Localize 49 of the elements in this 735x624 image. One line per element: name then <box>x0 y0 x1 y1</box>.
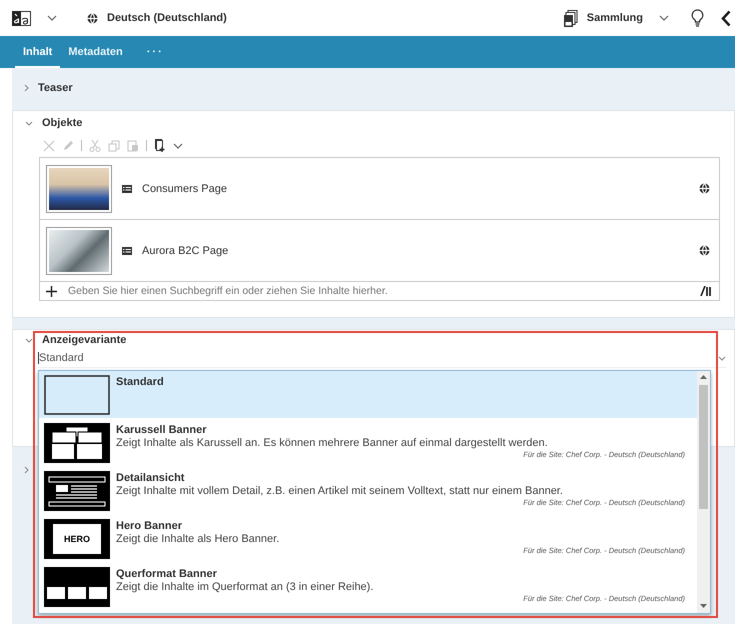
page-icon <box>122 184 132 192</box>
globe-icon <box>699 183 710 194</box>
scroll-down-icon <box>700 604 707 608</box>
caret-icon <box>47 15 57 21</box>
option-description: Zeigt die Inhalte als Hero Banner. <box>116 533 280 546</box>
option-title: Querformat Banner <box>116 567 218 581</box>
scrollbar[interactable] <box>697 371 710 613</box>
copies-icon <box>564 10 578 26</box>
thumbnail-label: HERO <box>53 524 101 554</box>
option-description: Zeigt die Inhalte im Querformat an (3 in einer Reihe). <box>116 581 374 594</box>
layout-thumbnail-icon <box>44 567 110 607</box>
expand-toggle-icon[interactable] <box>24 84 29 92</box>
add-icon <box>46 286 57 296</box>
linked-content-title[interactable]: Aurora B2C Page <box>142 244 699 256</box>
section-title: Anzeigevariante <box>42 334 126 346</box>
layout-thumbnail-icon <box>44 423 110 463</box>
caret-icon <box>659 15 669 21</box>
caret-icon <box>173 142 183 148</box>
layout-thumbnail-icon <box>44 375 110 415</box>
section-title[interactable]: Teaser <box>38 82 73 94</box>
expand-toggle-icon[interactable] <box>25 120 33 126</box>
photo-placeholder <box>46 226 112 274</box>
globe-icon <box>87 12 98 24</box>
photo-placeholder <box>46 164 112 212</box>
expand-toggle-icon[interactable] <box>25 338 33 342</box>
section-title[interactable]: Objekte <box>42 117 82 129</box>
library-icon <box>700 286 711 296</box>
variant-option[interactable]: Standard <box>39 371 697 418</box>
page-icon <box>122 246 132 254</box>
option-description: Zeigt Inhalte als Karussell an. Es können mehrere Banner auf einmal dargestellt werden. <box>116 437 549 450</box>
collection-label[interactable]: Sammlung <box>586 12 643 24</box>
variant-select[interactable]: Standard <box>38 352 726 368</box>
option-title: Karussell Banner <box>116 423 208 437</box>
scroll-up-icon <box>700 375 707 379</box>
option-title: Detailansicht <box>116 471 186 485</box>
add-document-icon[interactable] <box>154 139 166 152</box>
option-title: Standard <box>116 375 165 389</box>
expand-toggle-icon[interactable] <box>24 466 29 474</box>
language-label[interactable]: Deutsch (Deutschland) <box>107 12 227 24</box>
option-title: Hero Banner <box>116 519 184 533</box>
globe-icon <box>699 245 710 256</box>
font-size-icon <box>12 10 31 26</box>
back-chevron-icon <box>721 10 731 26</box>
linked-content-title[interactable]: Consumers Page <box>142 182 699 194</box>
layout-thumbnail-icon <box>44 471 110 511</box>
lightbulb-icon <box>691 9 704 27</box>
caret-icon <box>718 356 726 360</box>
search-field[interactable]: Geben Sie hier einen Suchbegriff ein oder ziehen Sie Inhalte hierher. <box>68 285 689 297</box>
option-description: Zeigt Inhalte mit vollem Detail, z.B. einen Artikel mit seinem Volltext, statt nur einem Banner. <box>116 485 564 498</box>
